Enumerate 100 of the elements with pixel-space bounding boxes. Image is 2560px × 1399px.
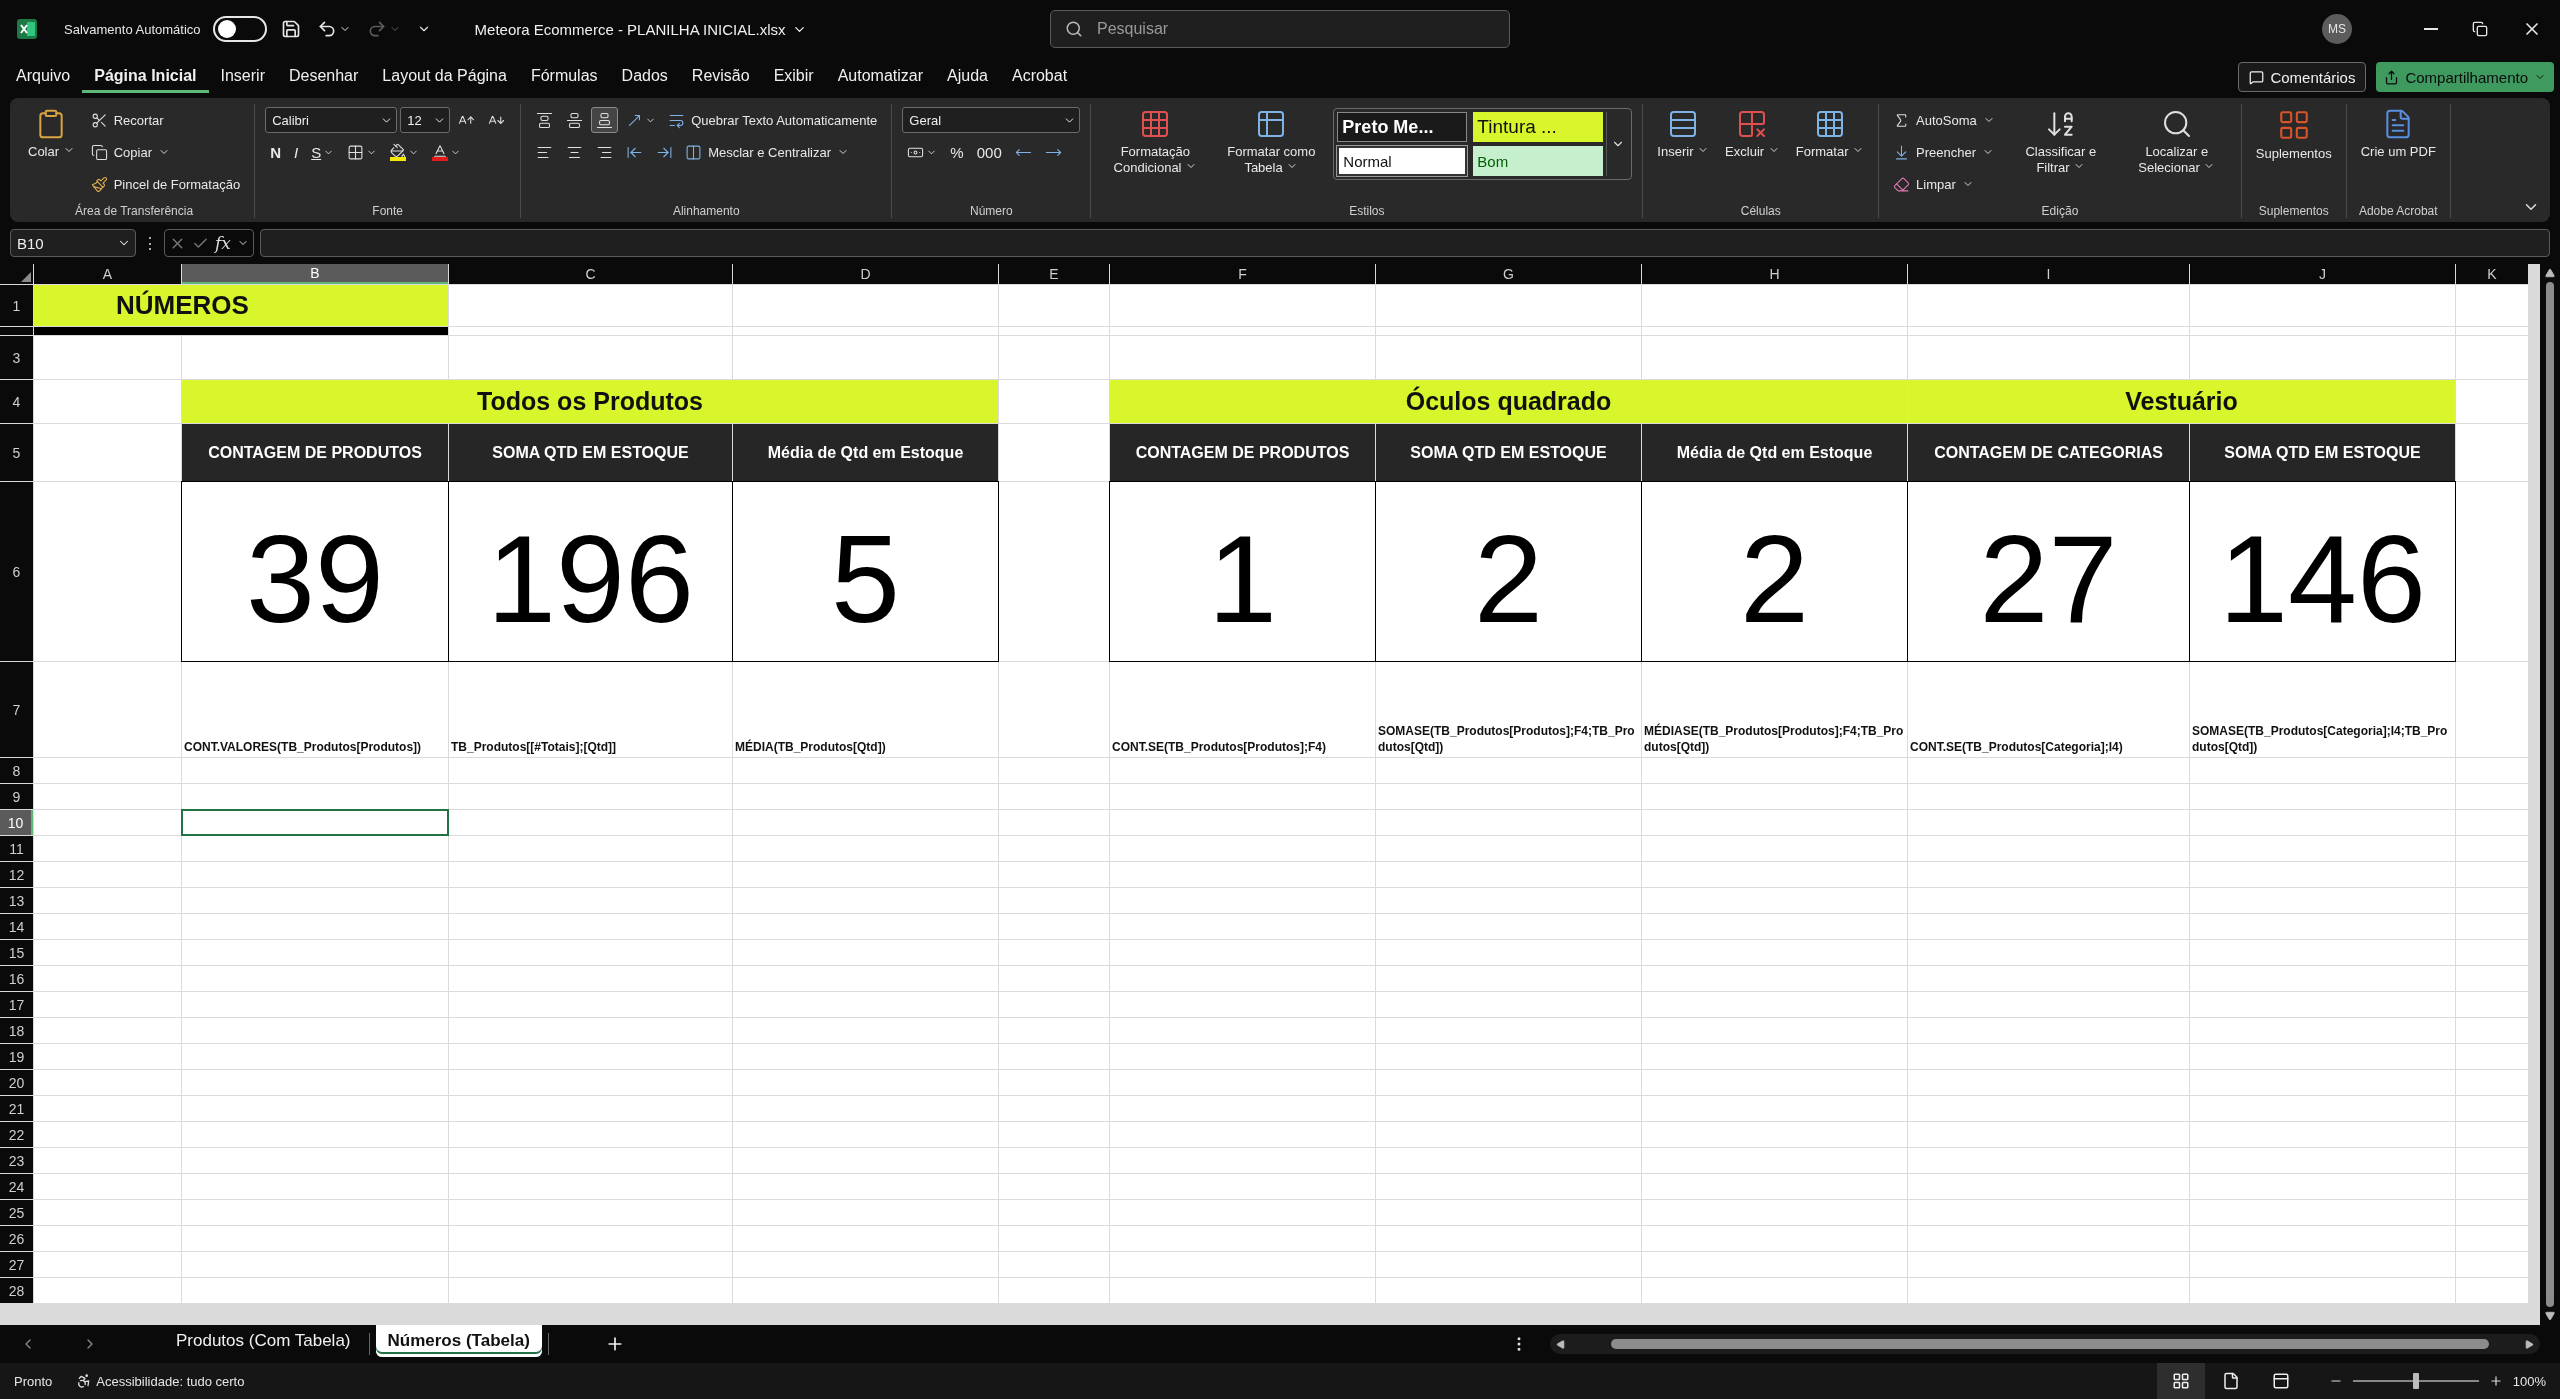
name-box[interactable]: B10: [10, 229, 136, 257]
search-field[interactable]: Pesquisar: [1095, 19, 1495, 39]
ribbon-button[interactable]: %: [945, 139, 969, 165]
document-title[interactable]: Meteora Ecommerce - PLANILHA INICIAL.xlsx: [468, 19, 813, 39]
ribbon-button[interactable]: Suplementos: [2251, 104, 2336, 167]
column-header[interactable]: B: [182, 264, 448, 284]
cell-style-swatch[interactable]: Tintura ...: [1473, 112, 1604, 142]
ribbon-button[interactable]: S: [306, 139, 340, 165]
row-header[interactable]: 27: [0, 1252, 33, 1277]
ribbon-button[interactable]: Quebrar Texto Automaticamente: [664, 108, 882, 132]
scrollbar-thumb[interactable]: [1611, 1339, 2489, 1349]
ribbon-button[interactable]: N: [265, 139, 286, 165]
row-header[interactable]: 20: [0, 1070, 33, 1095]
ribbon-button[interactable]: Formatar como Tabela: [1217, 104, 1326, 181]
ribbon-button[interactable]: I: [289, 139, 304, 165]
row-header[interactable]: 16: [0, 966, 33, 991]
comments-button[interactable]: Comentários: [2238, 62, 2367, 92]
ribbon-tab[interactable]: Arquivo: [4, 61, 83, 93]
ribbon-tab[interactable]: Fórmulas: [518, 61, 610, 93]
ribbon-tab[interactable]: Automatizar: [825, 61, 936, 93]
ribbon-button[interactable]: 000: [971, 139, 1007, 165]
ribbon-button[interactable]: Classificar e Filtrar: [2006, 104, 2115, 181]
row-header[interactable]: 12: [0, 862, 33, 887]
ribbon-button[interactable]: Localizar e Selecionar: [2122, 104, 2231, 181]
ribbon-tab[interactable]: Ajuda: [935, 61, 1000, 93]
horizontal-scrollbar[interactable]: [1550, 1334, 2540, 1354]
ribbon-button[interactable]: Crie um PDF: [2356, 104, 2440, 165]
share-button[interactable]: Compartilhamento: [2376, 62, 2554, 92]
ribbon-button[interactable]: Pincel de Formatação: [86, 172, 245, 196]
row-header[interactable]: 22: [0, 1122, 33, 1147]
row-header[interactable]: 10: [0, 810, 33, 835]
row-header[interactable]: 24: [0, 1174, 33, 1199]
row-header[interactable]: 28: [0, 1278, 33, 1303]
ribbon-tab[interactable]: Desenhar: [276, 61, 371, 93]
spreadsheet-logo-icon[interactable]: [16, 18, 38, 40]
sheet-tab[interactable]: Números (Tabela): [375, 1325, 542, 1357]
accessibility-status[interactable]: Acessibilidade: tudo certo: [96, 1373, 245, 1389]
insert-function-button[interactable]: fx: [215, 233, 231, 253]
autosave-toggle[interactable]: [212, 16, 267, 42]
column-header[interactable]: E: [999, 264, 1109, 284]
formula-input[interactable]: [259, 229, 2550, 257]
ribbon-tab[interactable]: Inserir: [208, 61, 277, 93]
dropdown-field[interactable]: Geral: [902, 107, 1081, 133]
restore-button[interactable]: [2470, 19, 2490, 39]
more-options-button[interactable]: ⋮: [142, 233, 158, 253]
row-header[interactable]: 11: [0, 836, 33, 861]
ribbon-tab[interactable]: Layout da Página: [370, 61, 519, 93]
row-header[interactable]: 21: [0, 1096, 33, 1121]
ribbon-tab[interactable]: Acrobat: [999, 61, 1080, 93]
sheet-tab[interactable]: Produtos (Com Tabela): [164, 1325, 363, 1357]
ribbon-button[interactable]: Recortar: [86, 108, 168, 132]
select-all-icon[interactable]: [21, 272, 31, 282]
row-header[interactable]: 5: [0, 424, 33, 481]
row-header[interactable]: 4: [0, 380, 33, 423]
column-header[interactable]: F: [1110, 264, 1375, 284]
row-header[interactable]: 23: [0, 1148, 33, 1173]
cell-style-swatch[interactable]: Preto Me...: [1337, 112, 1468, 142]
ribbon-button[interactable]: Inserir: [1653, 104, 1714, 165]
column-header[interactable]: J: [2190, 264, 2455, 284]
row-header[interactable]: 25: [0, 1200, 33, 1225]
column-header[interactable]: K: [2456, 264, 2528, 284]
column-header[interactable]: C: [449, 264, 732, 284]
ribbon-button[interactable]: Mesclar e Centralizar: [681, 140, 853, 164]
ribbon-button[interactable]: Excluir: [1721, 104, 1784, 165]
row-header[interactable]: 17: [0, 992, 33, 1017]
row-header[interactable]: 18: [0, 1018, 33, 1043]
scroll-right-icon[interactable]: [2525, 1339, 2534, 1349]
ribbon-button[interactable]: [591, 107, 619, 133]
cell-style-swatch[interactable]: Bom: [1473, 146, 1604, 176]
column-header[interactable]: H: [1642, 264, 1907, 284]
column-header[interactable]: D: [733, 264, 998, 284]
ribbon-button[interactable]: Formatação Condicional: [1101, 104, 1210, 181]
row-header[interactable]: 14: [0, 914, 33, 939]
search-bar[interactable]: Pesquisar: [1050, 10, 1510, 48]
ribbon-tab[interactable]: Exibir: [761, 61, 826, 93]
ribbon-button[interactable]: AutoSoma: [1889, 108, 1999, 132]
column-header[interactable]: A: [34, 264, 181, 284]
row-header[interactable]: 8: [0, 758, 33, 783]
scrollbar-thumb[interactable]: [2546, 282, 2554, 1307]
selected-cell[interactable]: [181, 809, 449, 836]
ribbon-button[interactable]: Formatar: [1791, 104, 1869, 165]
column-header[interactable]: I: [1908, 264, 2189, 284]
row-header[interactable]: 13: [0, 888, 33, 913]
column-header[interactable]: G: [1376, 264, 1641, 284]
row-header[interactable]: 7: [0, 662, 33, 757]
account-avatar[interactable]: MS: [2322, 14, 2352, 44]
ribbon-tab[interactable]: Revisão: [679, 61, 762, 93]
row-header[interactable]: 3: [0, 336, 33, 379]
row-header[interactable]: 26: [0, 1226, 33, 1251]
row-header[interactable]: 19: [0, 1044, 33, 1069]
ribbon-tab[interactable]: Página Inicial: [82, 61, 209, 93]
view-button[interactable]: [2156, 1363, 2205, 1399]
row-header[interactable]: 15: [0, 940, 33, 965]
row-header[interactable]: 6: [0, 482, 33, 661]
ribbon-button[interactable]: Preencher: [1889, 140, 1999, 164]
scroll-up-icon[interactable]: [2545, 268, 2555, 278]
cell-style-swatch[interactable]: Normal: [1337, 146, 1468, 176]
ribbon-tab[interactable]: Dados: [609, 61, 680, 93]
dropdown-field[interactable]: Calibri: [265, 107, 398, 133]
row-header[interactable]: 9: [0, 784, 33, 809]
